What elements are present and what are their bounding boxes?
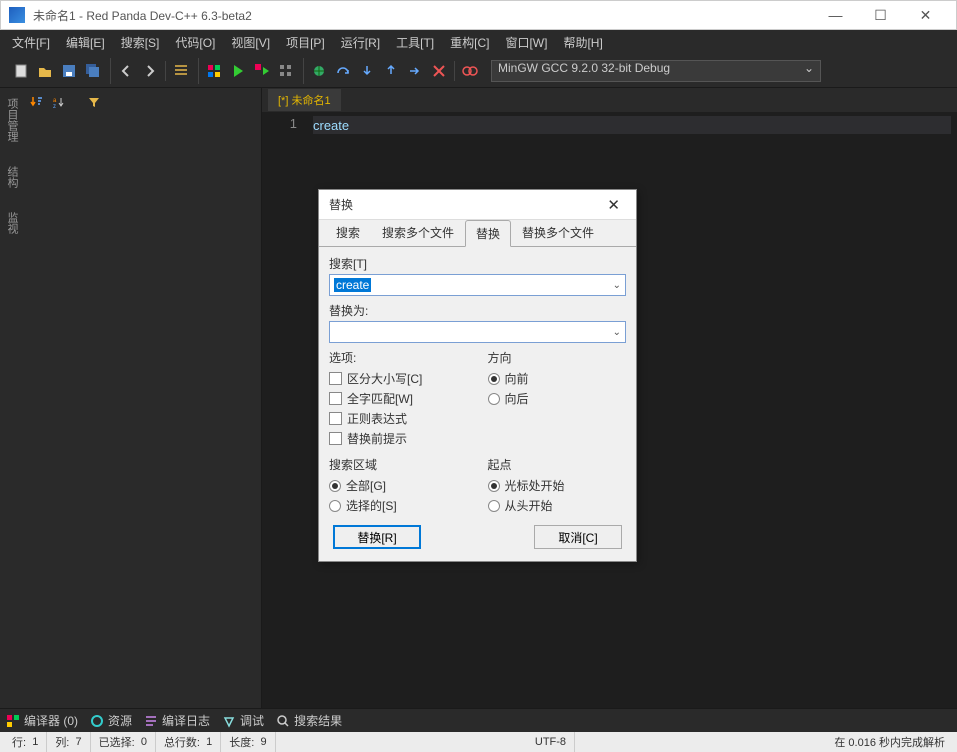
- side-tab-watch[interactable]: 监视: [0, 206, 22, 240]
- dir-forward[interactable]: 向前: [488, 370, 627, 387]
- back-icon[interactable]: [115, 60, 137, 82]
- chevron-down-icon: ⌄: [613, 327, 621, 338]
- menu-tools[interactable]: 工具[T]: [388, 31, 442, 54]
- menu-window[interactable]: 窗口[W]: [497, 31, 555, 54]
- dialog-titlebar: 替换 ✕: [319, 190, 636, 220]
- side-tab-structure[interactable]: 结构: [0, 160, 22, 194]
- status-col: 列: 7: [47, 732, 90, 752]
- status-sel: 已选择: 0: [91, 732, 156, 752]
- option-wholeword[interactable]: 全字匹配[W]: [329, 390, 468, 407]
- run-icon[interactable]: [227, 60, 249, 82]
- menu-bar: 文件[F] 编辑[E] 搜索[S] 代码[O] 视图[V] 项目[P] 运行[R…: [0, 30, 957, 54]
- menu-run[interactable]: 运行[R]: [333, 31, 388, 54]
- origin-start[interactable]: 从头开始: [488, 497, 627, 514]
- side-panel: az: [22, 88, 262, 708]
- menu-edit[interactable]: 编辑[E]: [58, 31, 113, 54]
- replace-dialog: 替换 ✕ 搜索 搜索多个文件 替换 替换多个文件 搜索[T] create ⌄ …: [318, 189, 637, 562]
- scope-selection[interactable]: 选择的[S]: [329, 497, 468, 514]
- code-token: create: [313, 118, 349, 133]
- replace-button[interactable]: 替换[R]: [333, 525, 421, 549]
- bottom-tab-compiler[interactable]: 编译器 (0): [6, 712, 78, 729]
- svg-text:z: z: [53, 104, 56, 109]
- compile-icon[interactable]: [203, 60, 225, 82]
- step-out-icon[interactable]: [380, 60, 402, 82]
- status-parse: 在 0.016 秒内完成解析: [826, 732, 953, 752]
- scope-title: 搜索区域: [329, 456, 468, 473]
- compile-run-icon[interactable]: [251, 60, 273, 82]
- bottom-tab-strip: 编译器 (0) 资源 编译日志 调试 搜索结果: [0, 708, 957, 732]
- bottom-tab-resource[interactable]: 资源: [90, 712, 132, 729]
- line-number: 1: [262, 116, 297, 131]
- status-encoding: UTF-8: [527, 732, 575, 752]
- menu-file[interactable]: 文件[F]: [4, 31, 58, 54]
- side-tab-strip: 项目管理 结构 监视: [0, 88, 22, 708]
- maximize-button[interactable]: ☐: [858, 1, 903, 29]
- step-over-icon[interactable]: [332, 60, 354, 82]
- breakpoint-icon[interactable]: [459, 60, 481, 82]
- bottom-tab-search[interactable]: 搜索结果: [276, 712, 342, 729]
- status-line: 行: 1: [4, 732, 47, 752]
- stop-icon[interactable]: [428, 60, 450, 82]
- dialog-tab-search-multi[interactable]: 搜索多个文件: [371, 219, 465, 246]
- cancel-button[interactable]: 取消[C]: [534, 525, 622, 549]
- menu-refactor[interactable]: 重构[C]: [442, 31, 497, 54]
- replace-label: 替换为:: [329, 302, 626, 319]
- chevron-down-icon: ⌄: [613, 280, 621, 291]
- new-file-icon[interactable]: [10, 60, 32, 82]
- bottom-tab-log[interactable]: 编译日志: [144, 712, 210, 729]
- menu-code[interactable]: 代码[O]: [167, 31, 223, 54]
- dialog-title: 替换: [329, 196, 353, 213]
- origin-cursor[interactable]: 光标处开始: [488, 477, 627, 494]
- close-button[interactable]: ✕: [903, 1, 948, 29]
- side-tab-project[interactable]: 项目管理: [0, 92, 22, 148]
- compiler-select[interactable]: MinGW GCC 9.2.0 32-bit Debug ⌄: [491, 60, 821, 82]
- window-title: 未命名1 - Red Panda Dev-C++ 6.3-beta2: [33, 7, 813, 24]
- search-input[interactable]: create ⌄: [329, 274, 626, 296]
- status-len: 长度: 9: [221, 732, 275, 752]
- dialog-tab-replace-multi[interactable]: 替换多个文件: [511, 219, 605, 246]
- minimize-button[interactable]: —: [813, 1, 858, 29]
- replace-input[interactable]: ⌄: [329, 321, 626, 343]
- chevron-down-icon: ⌄: [804, 61, 814, 75]
- sort-down-icon[interactable]: [28, 94, 44, 110]
- indent-icon[interactable]: [170, 60, 192, 82]
- window-titlebar: 未命名1 - Red Panda Dev-C++ 6.3-beta2 — ☐ ✕: [0, 0, 957, 30]
- dialog-tab-strip: 搜索 搜索多个文件 替换 替换多个文件: [319, 220, 636, 246]
- app-icon: [9, 7, 25, 23]
- options-title: 选项:: [329, 349, 468, 366]
- gutter: 1: [262, 112, 307, 708]
- option-prompt[interactable]: 替换前提示: [329, 430, 468, 447]
- editor-tab-strip: [*] 未命名1: [262, 88, 957, 112]
- menu-help[interactable]: 帮助[H]: [555, 31, 610, 54]
- sort-az-icon[interactable]: az: [50, 94, 66, 110]
- search-label: 搜索[T]: [329, 255, 626, 272]
- bottom-tab-debug[interactable]: 调试: [222, 712, 264, 729]
- dir-backward[interactable]: 向后: [488, 390, 627, 407]
- filter-icon[interactable]: [86, 94, 102, 110]
- save-icon[interactable]: [58, 60, 80, 82]
- forward-icon[interactable]: [139, 60, 161, 82]
- continue-icon[interactable]: [404, 60, 426, 82]
- scope-all[interactable]: 全部[G]: [329, 477, 468, 494]
- origin-title: 起点: [488, 456, 627, 473]
- dialog-tab-replace[interactable]: 替换: [465, 220, 511, 247]
- toolbar: MinGW GCC 9.2.0 32-bit Debug ⌄: [0, 54, 957, 88]
- option-case[interactable]: 区分大小写[C]: [329, 370, 468, 387]
- menu-view[interactable]: 视图[V]: [223, 31, 278, 54]
- dialog-close-icon[interactable]: ✕: [601, 196, 626, 214]
- rebuild-icon[interactable]: [275, 60, 297, 82]
- editor-tab[interactable]: [*] 未命名1: [268, 89, 341, 111]
- menu-project[interactable]: 项目[P]: [278, 31, 333, 54]
- open-file-icon[interactable]: [34, 60, 56, 82]
- option-regex[interactable]: 正则表达式: [329, 410, 468, 427]
- menu-search[interactable]: 搜索[S]: [113, 31, 168, 54]
- direction-title: 方向: [488, 349, 627, 366]
- status-bar: 行: 1 列: 7 已选择: 0 总行数: 1 长度: 9 UTF-8 在 0.…: [0, 732, 957, 752]
- compiler-select-value: MinGW GCC 9.2.0 32-bit Debug: [498, 61, 670, 75]
- debug-icon[interactable]: [308, 60, 330, 82]
- step-into-icon[interactable]: [356, 60, 378, 82]
- dialog-tab-search[interactable]: 搜索: [325, 219, 371, 246]
- save-all-icon[interactable]: [82, 60, 104, 82]
- status-total: 总行数: 1: [156, 732, 221, 752]
